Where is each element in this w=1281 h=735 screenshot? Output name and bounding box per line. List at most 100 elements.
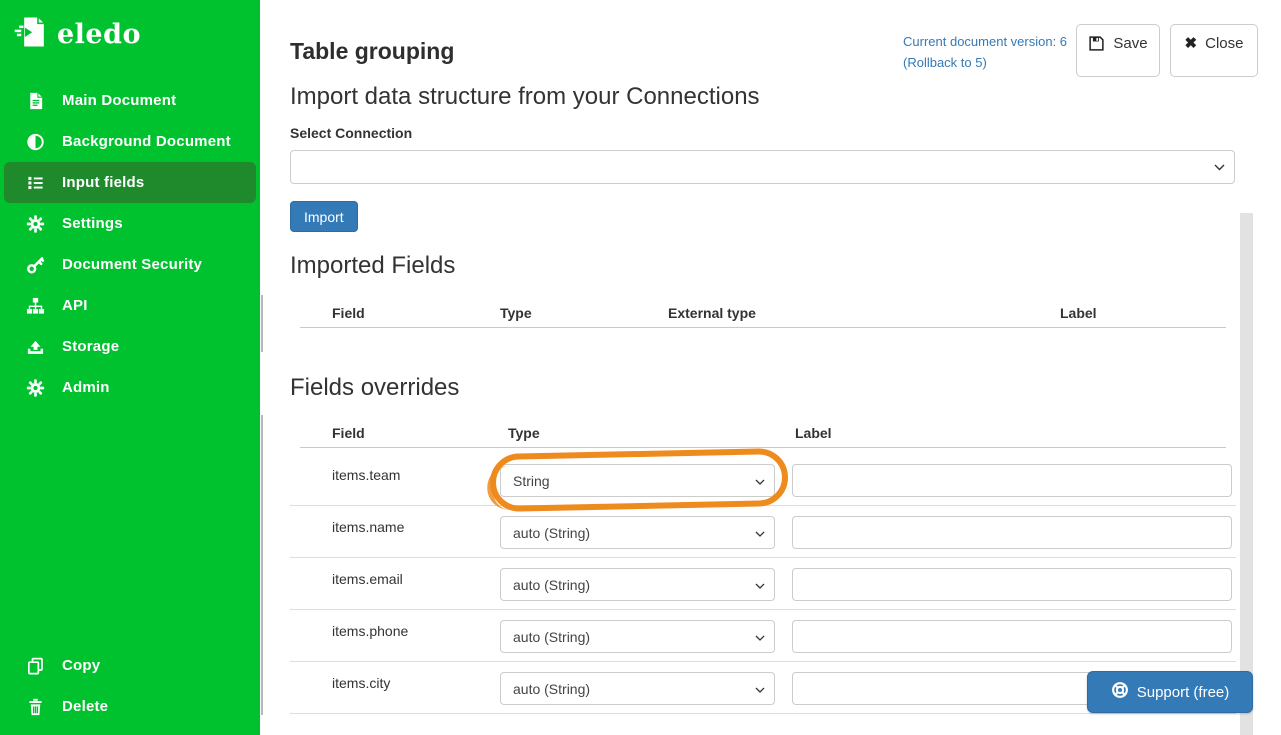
column-header-external-type: External type xyxy=(668,305,756,321)
field-row-items-phone: items.phone auto (String) xyxy=(290,610,1236,662)
sidebar-item-label: Delete xyxy=(62,698,108,715)
brand-name: eledo xyxy=(57,19,141,50)
sidebar-item-admin[interactable]: Admin xyxy=(4,367,256,408)
label-input[interactable] xyxy=(792,568,1232,601)
sidebar-item-label: Background Document xyxy=(62,133,231,150)
sidebar-item-storage[interactable]: Storage xyxy=(4,326,256,367)
type-select-value: auto (String) xyxy=(513,577,590,593)
sidebar-item-api[interactable]: API xyxy=(4,285,256,326)
sidebar-item-document-security[interactable]: Document Security xyxy=(4,244,256,285)
save-button[interactable]: Save xyxy=(1076,24,1160,77)
column-header-type: Type xyxy=(500,305,532,321)
brand-logo[interactable]: eledo xyxy=(0,0,260,55)
sidebar-item-label: Document Security xyxy=(62,256,202,273)
import-section-heading: Import data structure from your Connecti… xyxy=(290,83,760,111)
field-row-items-email: items.email auto (String) xyxy=(290,558,1236,610)
eledo-logo-icon xyxy=(14,14,46,55)
connection-select[interactable] xyxy=(290,150,1235,184)
chevron-down-icon xyxy=(755,628,765,646)
gear-icon xyxy=(25,378,45,398)
sidebar-item-label: Admin xyxy=(62,379,110,396)
sidebar-item-label: Storage xyxy=(62,338,119,355)
type-select-value: auto (String) xyxy=(513,629,590,645)
fields-overrides-header-divider xyxy=(300,447,1226,448)
app-window: eledo Main Document Background Document … xyxy=(0,0,1281,735)
sidebar-item-input-fields[interactable]: Input fields xyxy=(4,162,256,203)
type-select-value: auto (String) xyxy=(513,525,590,541)
chevron-down-icon xyxy=(755,680,765,698)
life-ring-icon xyxy=(1111,681,1129,703)
chevron-down-icon xyxy=(1214,158,1225,176)
column-header-label: Label xyxy=(795,425,832,441)
sidebar-item-settings[interactable]: Settings xyxy=(4,203,256,244)
field-row-items-name: items.name auto (String) xyxy=(290,506,1236,558)
close-icon: ✖ xyxy=(1185,35,1198,53)
sidebar-item-label: Input fields xyxy=(62,174,144,191)
label-input[interactable] xyxy=(792,464,1232,497)
sidebar-footer-nav: Copy Delete xyxy=(0,645,260,727)
import-button[interactable]: Import xyxy=(290,201,358,232)
column-header-field: Field xyxy=(332,425,365,441)
close-button[interactable]: ✖ Close xyxy=(1170,24,1258,77)
support-button-label: Support (free) xyxy=(1137,684,1230,701)
save-icon xyxy=(1088,35,1105,56)
type-select[interactable]: auto (String) xyxy=(500,620,775,653)
rollback-link[interactable]: (Rollback to 5) xyxy=(903,55,987,70)
copy-icon xyxy=(25,656,45,676)
document-icon xyxy=(25,91,45,111)
sidebar: eledo Main Document Background Document … xyxy=(0,0,260,735)
storage-upload-icon xyxy=(25,337,45,357)
column-header-label: Label xyxy=(1060,305,1097,321)
page-title: Table grouping xyxy=(290,38,454,65)
field-row-items-team: items.team String xyxy=(290,454,1236,506)
sidebar-item-label: Main Document xyxy=(62,92,176,109)
label-input[interactable] xyxy=(792,620,1232,653)
sidebar-item-label: Settings xyxy=(62,215,123,232)
type-select-value: String xyxy=(513,473,550,489)
list-icon xyxy=(25,173,45,193)
sitemap-icon xyxy=(25,296,45,316)
chevron-down-icon xyxy=(755,576,765,594)
current-version-link[interactable]: Current document version: 6 xyxy=(903,34,1067,49)
fields-overrides-heading: Fields overrides xyxy=(290,374,459,402)
select-connection-label: Select Connection xyxy=(290,125,412,141)
gear-icon xyxy=(25,214,45,234)
column-header-type: Type xyxy=(508,425,540,441)
support-button[interactable]: Support (free) xyxy=(1087,671,1253,713)
sidebar-nav: Main Document Background Document Input … xyxy=(0,80,260,408)
sidebar-item-copy[interactable]: Copy xyxy=(4,645,256,686)
sidebar-item-background-document[interactable]: Background Document xyxy=(4,121,256,162)
field-name: items.email xyxy=(332,571,403,587)
sidebar-item-main-document[interactable]: Main Document xyxy=(4,80,256,121)
trash-icon xyxy=(25,697,45,717)
key-icon xyxy=(25,255,45,275)
fields-overrides-header-row: Field Type Label xyxy=(290,425,1236,443)
sidebar-item-label: Copy xyxy=(62,657,100,674)
vertical-scrollbar[interactable] xyxy=(1240,213,1253,735)
save-button-label: Save xyxy=(1113,35,1147,52)
column-header-field: Field xyxy=(332,305,365,321)
chevron-down-icon xyxy=(755,472,765,490)
label-input[interactable] xyxy=(792,516,1232,549)
close-button-label: Close xyxy=(1205,35,1243,52)
type-select[interactable]: auto (String) xyxy=(500,672,775,705)
sidebar-item-delete[interactable]: Delete xyxy=(4,686,256,727)
field-name: items.city xyxy=(332,675,390,691)
field-name: items.name xyxy=(332,519,404,535)
imported-fields-header-divider xyxy=(300,327,1226,328)
type-select[interactable]: auto (String) xyxy=(500,516,775,549)
chevron-down-icon xyxy=(755,524,765,542)
contrast-icon xyxy=(25,132,45,152)
imported-fields-heading: Imported Fields xyxy=(290,252,455,280)
field-name: items.phone xyxy=(332,623,408,639)
document-version-info: Current document version: 6 (Rollback to… xyxy=(903,31,1073,73)
sidebar-item-label: API xyxy=(62,297,88,314)
field-name: items.team xyxy=(332,467,400,483)
imported-fields-table-border xyxy=(261,295,263,352)
type-select[interactable]: auto (String) xyxy=(500,568,775,601)
main-content: Table grouping Current document version:… xyxy=(260,0,1281,735)
type-select-value: auto (String) xyxy=(513,681,590,697)
fields-overrides-table-border xyxy=(261,415,263,715)
type-select[interactable]: String xyxy=(500,464,775,497)
imported-fields-header-row: Field Type External type Label xyxy=(290,305,1236,323)
